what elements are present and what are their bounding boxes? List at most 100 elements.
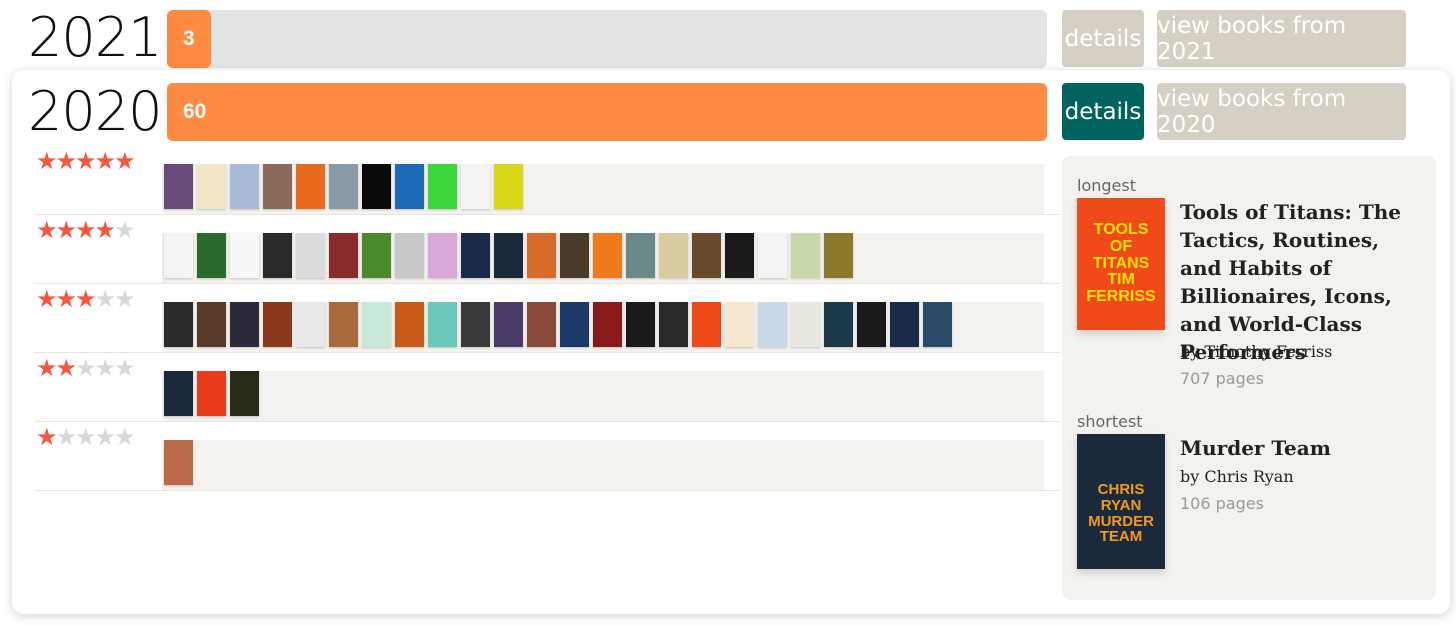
book-cover[interactable] — [296, 164, 325, 209]
book-cover[interactable] — [164, 164, 193, 209]
book-cover[interactable] — [824, 302, 853, 347]
star-icon: ★ — [94, 424, 116, 451]
book-cover[interactable] — [428, 302, 457, 347]
book-cover[interactable] — [857, 302, 886, 347]
book-cover[interactable] — [428, 164, 457, 209]
year-2020-card: 2020 60 details view books from 2020 ★★★… — [12, 70, 1450, 614]
rating-row-5-stars: ★★★★★ — [34, 146, 1060, 215]
view-books-button[interactable]: view books from 2021 — [1157, 10, 1406, 67]
book-covers-strip — [162, 233, 1044, 283]
longest-book-author[interactable]: by Timothy Ferriss — [1180, 342, 1332, 361]
book-cover[interactable] — [758, 233, 787, 278]
book-cover[interactable] — [164, 371, 193, 416]
book-cover[interactable] — [164, 233, 193, 278]
book-cover[interactable] — [164, 302, 193, 347]
book-cover[interactable] — [461, 302, 490, 347]
longest-shortest-panel: longest TOOLS OF TITANS TIM FERRISS Tool… — [1062, 156, 1436, 600]
shortest-book-pages: 106 pages — [1180, 494, 1264, 513]
book-cover[interactable] — [527, 233, 556, 278]
book-cover[interactable] — [659, 302, 688, 347]
star-icon: ★ — [75, 286, 96, 313]
book-cover[interactable] — [692, 233, 721, 278]
book-cover[interactable] — [923, 302, 952, 347]
star-icon: ★ — [36, 424, 57, 451]
book-cover[interactable] — [362, 233, 391, 278]
book-cover[interactable] — [494, 233, 523, 278]
shortest-book-cover[interactable]: CHRIS RYAN MURDER TEAM — [1077, 434, 1165, 569]
book-cover[interactable] — [725, 233, 754, 278]
book-cover[interactable] — [659, 233, 688, 278]
book-cover[interactable] — [560, 233, 589, 278]
star-icon: ★ — [114, 148, 135, 175]
book-cover[interactable] — [494, 302, 523, 347]
book-cover[interactable] — [560, 302, 589, 347]
book-cover[interactable] — [263, 164, 292, 209]
book-cover[interactable] — [197, 233, 226, 278]
year-progress-bar[interactable]: 60 — [167, 83, 1047, 141]
shortest-book-title[interactable]: Murder Team — [1180, 434, 1420, 462]
details-button[interactable]: details — [1062, 10, 1144, 67]
year-progress-bar[interactable]: 3 — [167, 10, 1047, 68]
book-cover[interactable] — [494, 164, 523, 209]
book-cover[interactable] — [527, 302, 556, 347]
book-cover[interactable] — [593, 233, 622, 278]
shortest-book-author[interactable]: by Chris Ryan — [1180, 467, 1294, 486]
book-cover[interactable] — [263, 302, 292, 347]
book-cover[interactable] — [296, 233, 325, 278]
book-cover[interactable] — [230, 233, 259, 278]
book-cover[interactable] — [593, 302, 622, 347]
book-cover[interactable] — [461, 164, 490, 209]
star-icon: ★ — [36, 355, 57, 382]
book-cover[interactable] — [395, 164, 424, 209]
year-label: 2021 — [28, 6, 162, 69]
book-cover[interactable] — [230, 371, 259, 416]
rating-row-3-stars: ★★★★★ — [34, 284, 1060, 353]
star-icon: ★ — [114, 286, 135, 313]
book-cover[interactable] — [197, 371, 226, 416]
star-icon: ★ — [55, 148, 77, 175]
book-cover[interactable] — [230, 164, 259, 209]
book-cover[interactable] — [395, 302, 424, 347]
book-cover[interactable] — [395, 233, 424, 278]
book-cover[interactable] — [230, 302, 259, 347]
book-cover[interactable] — [692, 302, 721, 347]
star-icon: ★ — [75, 217, 96, 244]
details-button[interactable]: details — [1062, 83, 1144, 140]
book-cover[interactable] — [362, 164, 391, 209]
book-cover[interactable] — [824, 233, 853, 278]
book-cover[interactable] — [626, 302, 655, 347]
book-cover[interactable] — [197, 164, 226, 209]
book-cover[interactable] — [164, 440, 193, 485]
book-cover[interactable] — [263, 233, 292, 278]
book-covers-strip — [162, 164, 1044, 214]
longest-book-title[interactable]: Tools of Titans: The Tactics, Routines, … — [1180, 198, 1420, 366]
longest-cover-text: TOOLS OF TITANS TIM FERRISS — [1086, 221, 1156, 306]
book-cover[interactable] — [461, 233, 490, 278]
book-cover[interactable] — [758, 302, 787, 347]
star-icon: ★ — [36, 148, 57, 175]
book-covers-strip — [162, 440, 1044, 490]
rating-row-1-stars: ★★★★★ — [34, 422, 1060, 491]
book-cover[interactable] — [626, 233, 655, 278]
star-icon: ★ — [36, 286, 57, 313]
star-rating: ★★★★★ — [36, 217, 136, 244]
book-cover[interactable] — [329, 164, 358, 209]
star-rating: ★★★★★ — [36, 148, 136, 175]
star-icon: ★ — [94, 217, 116, 244]
book-cover[interactable] — [197, 302, 226, 347]
view-books-button[interactable]: view books from 2020 — [1157, 83, 1406, 140]
book-cover[interactable] — [329, 302, 358, 347]
longest-book-pages: 707 pages — [1180, 369, 1264, 388]
book-cover[interactable] — [890, 302, 919, 347]
star-icon: ★ — [55, 217, 77, 244]
book-cover[interactable] — [428, 233, 457, 278]
book-cover[interactable] — [791, 302, 820, 347]
star-icon: ★ — [75, 424, 96, 451]
book-cover[interactable] — [725, 302, 754, 347]
book-cover[interactable] — [362, 302, 391, 347]
longest-book-cover[interactable]: TOOLS OF TITANS TIM FERRISS — [1077, 198, 1165, 330]
star-icon: ★ — [94, 286, 116, 313]
book-cover[interactable] — [296, 302, 325, 347]
book-cover[interactable] — [329, 233, 358, 278]
book-cover[interactable] — [791, 233, 820, 278]
